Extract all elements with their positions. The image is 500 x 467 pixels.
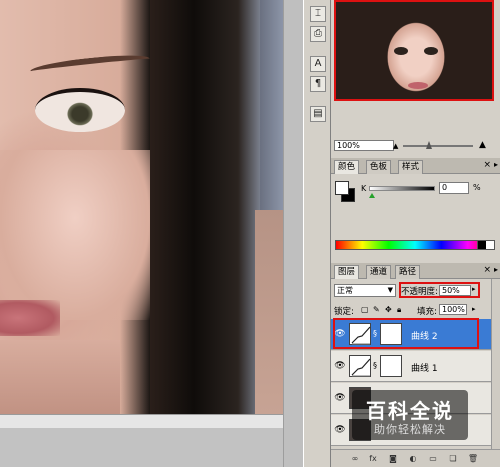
close-icon[interactable]: × (483, 265, 491, 275)
horizontal-scrollbar[interactable] (0, 414, 283, 428)
panel-menu-icon[interactable]: ▸ (494, 160, 498, 169)
layer-mask-thumbnail[interactable] (380, 355, 402, 377)
channel-slider-handle[interactable] (369, 193, 375, 198)
color-panel-tabbar: 颜色 色板 样式 × ▸ (331, 158, 500, 174)
lock-position-icon[interactable]: ✥ (385, 305, 392, 314)
thumb-mouth (408, 82, 428, 89)
blend-mode-select[interactable]: 正常 ▼ (334, 284, 396, 297)
navigator-thumbnail[interactable] (334, 0, 494, 101)
tab-paths[interactable]: 路径 (395, 265, 421, 279)
zoom-out-icon[interactable]: ▲ (393, 142, 398, 150)
document-canvas[interactable] (0, 0, 283, 414)
watermark-subtitle: 助你轻松解决 (374, 423, 446, 436)
lock-label: 锁定: (334, 307, 354, 317)
watermark-logo: 百科全说 助你轻松解决 (352, 390, 468, 440)
opacity-label: 不透明度: (401, 287, 438, 297)
photo-chin (0, 340, 120, 414)
fill-slider-toggle-icon[interactable]: ▸ (472, 305, 476, 313)
black-white-ramp[interactable] (477, 240, 495, 250)
new-group-icon[interactable]: ▭ (427, 453, 439, 465)
panel-menu-icon[interactable]: ▸ (494, 265, 498, 274)
foreground-color-swatch[interactable] (335, 181, 349, 195)
fx-icon[interactable]: fx (367, 453, 379, 465)
channel-label: K (361, 184, 367, 193)
navigator-panel: 100% ▲ ▲ (331, 0, 500, 154)
photo-cheek (0, 150, 150, 320)
layers-footer-toolbar: ∞ fx ◙ ◐ ▭ ❏ 🗑︎ (331, 449, 500, 467)
adjustment-layer-icon[interactable]: ◐ (407, 453, 419, 465)
tab-layers[interactable]: 图层 (334, 265, 360, 279)
navigator-zoom-field[interactable]: 100% (334, 140, 394, 151)
photo-hair (150, 0, 260, 414)
tab-swatches[interactable]: 色板 (366, 160, 392, 174)
character-panel-icon[interactable]: A (310, 56, 326, 72)
panel-icon-strip: ⌶ ⎙ A ¶ ▤ (303, 0, 331, 467)
layers-vertical-scrollbar[interactable] (491, 279, 500, 449)
channel-value-field[interactable]: 0 (439, 182, 469, 194)
link-layers-icon[interactable]: ∞ (349, 453, 361, 465)
layers-panel-tabbar: 图层 通道 路径 × ▸ (331, 263, 500, 279)
channel-slider[interactable] (369, 186, 435, 191)
layer-name: 曲线 1 (411, 364, 438, 374)
photo-eye (35, 88, 125, 132)
thumb-eye-right (424, 47, 438, 55)
tab-channels[interactable]: 通道 (366, 265, 392, 279)
layer-comps-icon[interactable]: ▤ (310, 106, 326, 122)
thumb-eye-left (394, 47, 408, 55)
opacity-slider-toggle-icon[interactable]: ▸ (472, 285, 476, 293)
opacity-field[interactable]: 50% (439, 285, 471, 296)
chevron-down-icon: ▼ (387, 286, 393, 294)
eye-icon[interactable]: 👁︎ (334, 360, 346, 372)
fill-field[interactable]: 100% (439, 304, 467, 315)
lock-all-icon[interactable]: 🔒︎ (397, 305, 401, 315)
curves-adjustment-icon (349, 355, 371, 377)
lock-image-icon[interactable]: ✎ (373, 305, 380, 314)
close-icon[interactable]: × (483, 160, 491, 170)
chain-link-icon[interactable]: § (373, 361, 377, 370)
photo-shoulder (255, 210, 283, 414)
workspace-background (0, 428, 303, 467)
channel-unit: % (473, 183, 481, 192)
eye-icon[interactable]: 👁︎ (334, 392, 346, 404)
color-spectrum-ramp[interactable] (335, 240, 495, 250)
trash-icon[interactable]: 🗑︎ (467, 453, 479, 465)
fill-label: 填充: (417, 307, 437, 317)
eye-icon[interactable]: 👁︎ (334, 424, 346, 436)
workspace-gutter (283, 0, 303, 467)
lock-transparent-icon[interactable]: ▢ (361, 305, 369, 314)
stamp-tool-icon[interactable]: ⎙ (310, 26, 326, 42)
tab-styles[interactable]: 样式 (398, 160, 424, 174)
paragraph-panel-icon[interactable]: ¶ (310, 76, 326, 92)
add-mask-icon[interactable]: ◙ (387, 453, 399, 465)
navigator-zoom-slider[interactable] (403, 145, 473, 147)
new-layer-icon[interactable]: ❏ (447, 453, 459, 465)
photo-eyebrow (29, 51, 151, 79)
zoom-in-icon[interactable]: ▲ (479, 140, 486, 150)
selected-layer-highlight (333, 318, 479, 349)
text-tool-icon[interactable]: ⌶ (310, 6, 326, 22)
layer-row[interactable]: 👁︎ § 曲线 1 (331, 351, 491, 382)
blend-mode-value: 正常 (337, 286, 353, 295)
tab-color[interactable]: 颜色 (334, 160, 360, 174)
watermark-title: 百科全说 (366, 399, 454, 423)
color-panel: 颜色 色板 样式 × ▸ K 0 % (331, 158, 500, 258)
photo-lips (0, 300, 60, 336)
